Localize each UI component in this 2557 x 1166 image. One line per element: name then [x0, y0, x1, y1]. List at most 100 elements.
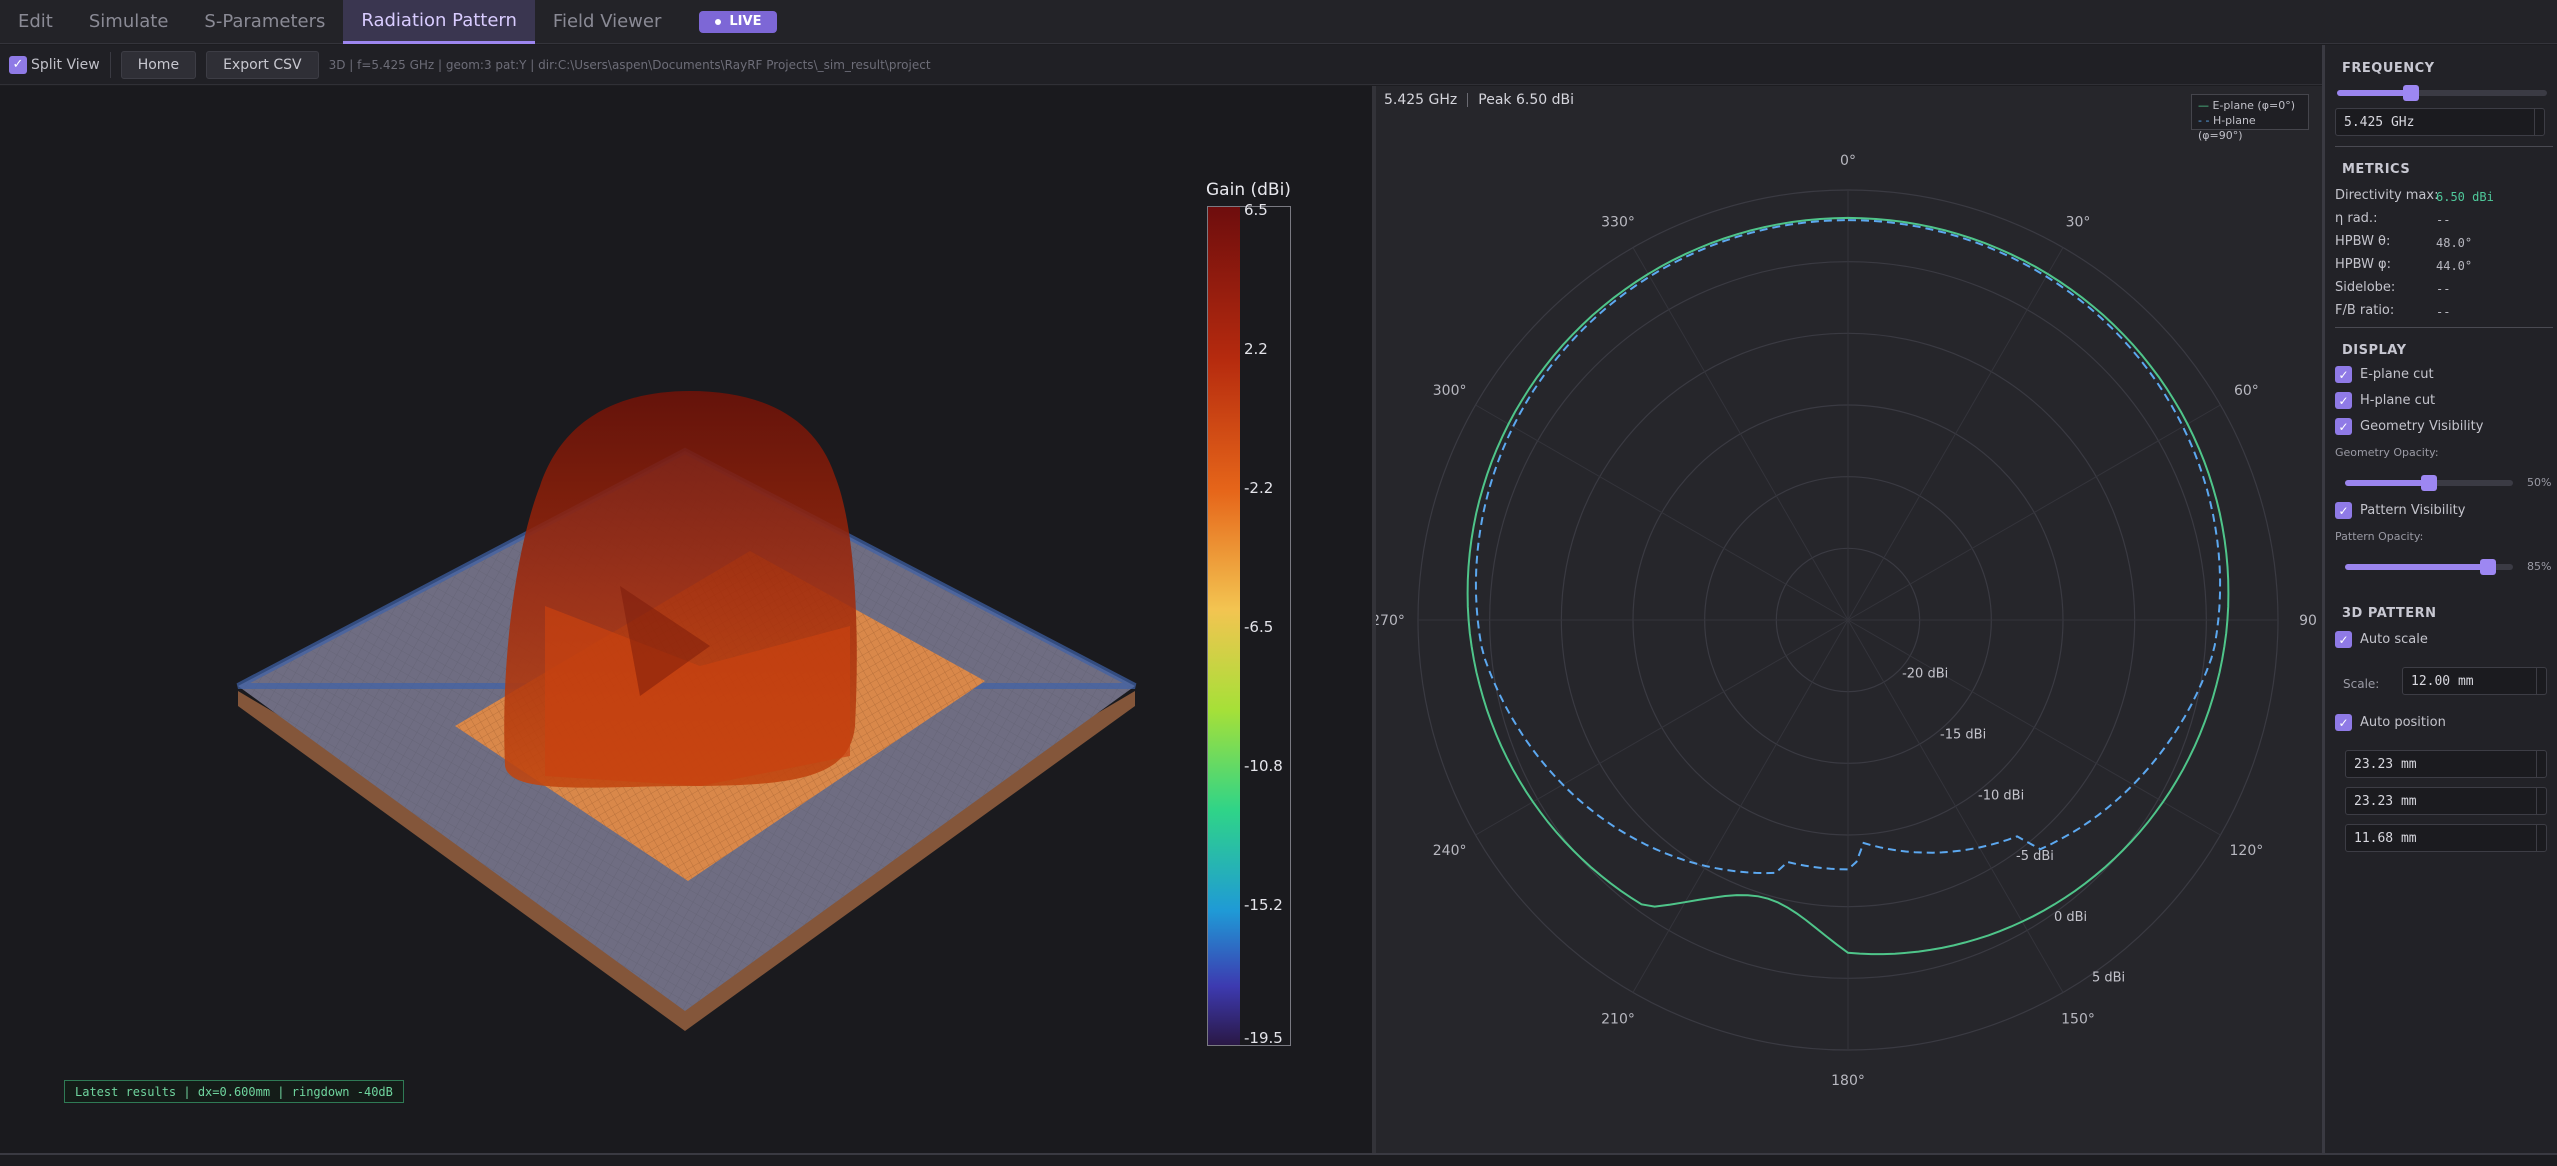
legend-e-label: E-plane (φ=0°) — [2212, 99, 2296, 112]
position-y-spinner[interactable] — [2536, 788, 2546, 814]
pattern-visibility-checkbox[interactable]: ✓ — [2335, 502, 2352, 519]
polar-angle-label: 60° — [2234, 383, 2259, 399]
bottom-status-bar — [0, 1153, 2557, 1166]
position-x-value: 23.23 mm — [2354, 756, 2417, 772]
polar-ring-label: -5 dBi — [2016, 849, 2054, 864]
metric-fb-label: F/B ratio: — [2335, 303, 2395, 318]
frequency-slider-fill — [2337, 90, 2411, 96]
auto-scale-checkbox[interactable]: ✓ — [2335, 631, 2352, 648]
polar-angle-label: 90 — [2299, 613, 2317, 629]
split-view-label: Split View — [31, 56, 100, 73]
pattern-opacity-slider[interactable] — [2345, 559, 2513, 575]
scale-input-value: 12.00 mm — [2411, 673, 2474, 689]
polar-ring-label: -15 dBi — [1940, 728, 1986, 743]
geometry-opacity-fill — [2345, 480, 2429, 486]
auto-scale-label: Auto scale — [2360, 632, 2428, 647]
colorbar-tick: -10.8 — [1244, 757, 1283, 775]
frequency-slider-knob[interactable] — [2402, 85, 2419, 101]
tab-edit[interactable]: Edit — [0, 0, 71, 44]
tab-s-parameters[interactable]: S-Parameters — [186, 0, 343, 44]
metric-directivity-value: 6.50 dBi — [2436, 190, 2494, 204]
polar-angle-label: 300° — [1433, 383, 1467, 399]
auto-position-label: Auto position — [2360, 715, 2446, 730]
geometry-opacity-value: 50% — [2527, 476, 2552, 489]
h-plane-label: H-plane cut — [2360, 393, 2436, 408]
live-badge[interactable]: LIVE — [699, 10, 778, 33]
properties-panel: FREQUENCY 5.425 GHz METRICS Directivity … — [2322, 45, 2557, 1153]
live-dot-icon — [715, 18, 722, 25]
position-z-value: 11.68 mm — [2354, 830, 2417, 846]
position-z-spinner[interactable] — [2536, 825, 2546, 851]
colorbar-tick: 2.2 — [1244, 340, 1268, 358]
polar-grid-spoke — [1632, 619, 1849, 993]
scale-label: Scale: — [2343, 677, 2380, 691]
pattern-opacity-knob[interactable] — [2479, 559, 2496, 575]
polar-grid-spoke — [1475, 619, 1849, 836]
pattern-visibility-toggle[interactable]: ✓ Pattern Visibility — [2335, 502, 2465, 519]
auto-position-checkbox[interactable]: ✓ — [2335, 714, 2352, 731]
polar-chart: 0° 30° 60° 90 120° 150° 180° 210° 240° 270° 300° 33… — [1376, 153, 2317, 1089]
colorbar-tick: -2.2 — [1244, 479, 1274, 497]
polar-legend: — E-plane (φ=0°) - - H-plane (φ=90°) — [2191, 94, 2309, 142]
metric-sidelobe-label: Sidelobe: — [2335, 280, 2396, 295]
geometry-visibility-label: Geometry Visibility — [2360, 419, 2484, 434]
metric-fb-value: -- — [2436, 305, 2451, 319]
pattern-opacity-label: Pattern Opacity: — [2335, 530, 2424, 543]
geometry-visibility-toggle[interactable]: ✓ Geometry Visibility — [2335, 418, 2483, 435]
geometry-opacity-knob[interactable] — [2421, 475, 2437, 491]
polar-grid-spoke — [1632, 247, 1849, 621]
e-plane-label: E-plane cut — [2360, 367, 2434, 382]
frequency-input-value: 5.425 GHz — [2344, 114, 2415, 130]
colorbar-tick: -19.5 — [1244, 1029, 1283, 1047]
h-plane-toggle[interactable]: ✓ H-plane cut — [2335, 392, 2435, 409]
polar-ring-label: -10 dBi — [1978, 788, 2024, 803]
auto-position-toggle[interactable]: ✓ Auto position — [2335, 714, 2446, 731]
polar-angle-label: 270° — [1376, 613, 1405, 629]
scale-spinner[interactable] — [2536, 668, 2546, 694]
position-y-value: 23.23 mm — [2354, 793, 2417, 809]
polar-angle-label: 180° — [1831, 1073, 1865, 1089]
metric-hpbw-theta-label: HPBW θ: — [2335, 234, 2391, 249]
polar-angle-label: 0° — [1840, 153, 1856, 169]
polar-grid-spoke — [1847, 247, 2064, 621]
3d-viewport[interactable]: Gain (dBi) 6.5 2.2 -2.2 -6.5 -10.8 -15.2… — [0, 86, 1372, 1153]
position-x-input[interactable]: 23.23 mm — [2345, 750, 2547, 778]
colorbar-tick: -15.2 — [1244, 896, 1283, 914]
tab-radiation-pattern[interactable]: Radiation Pattern — [343, 0, 535, 44]
polar-ring-label: -20 dBi — [1902, 667, 1948, 682]
export-csv-button[interactable]: Export CSV — [206, 50, 319, 79]
polar-grid-spoke — [1847, 619, 2064, 993]
auto-scale-toggle[interactable]: ✓ Auto scale — [2335, 631, 2428, 648]
polar-angle-label: 120° — [2230, 843, 2264, 859]
section-divider — [2335, 146, 2553, 147]
colorbar-title: Gain (dBi) — [1206, 180, 1291, 200]
frequency-slider[interactable] — [2337, 85, 2547, 101]
tab-field-viewer[interactable]: Field Viewer — [535, 0, 679, 44]
metric-eta-value: -- — [2436, 213, 2451, 227]
scale-input[interactable]: 12.00 mm — [2402, 667, 2547, 695]
position-z-input[interactable]: 11.68 mm — [2345, 824, 2547, 852]
h-plane-checkbox[interactable]: ✓ — [2335, 392, 2352, 409]
e-plane-checkbox[interactable]: ✓ — [2335, 366, 2352, 383]
geometry-visibility-checkbox[interactable]: ✓ — [2335, 418, 2352, 435]
polar-ring-label: 5 dBi — [2092, 971, 2125, 986]
3d-scene — [236, 391, 1137, 1031]
frequency-spinner[interactable] — [2534, 109, 2544, 135]
e-plane-toggle[interactable]: ✓ E-plane cut — [2335, 366, 2434, 383]
position-x-spinner[interactable] — [2536, 751, 2546, 777]
polar-plot-view[interactable]: 5.425 GHz Peak 6.50 dBi 0° 30° 60° 90 120° 15… — [1376, 86, 2322, 1153]
colorbar-tick: -6.5 — [1244, 618, 1274, 636]
frequency-input[interactable]: 5.425 GHz — [2335, 108, 2545, 136]
pattern-visibility-label: Pattern Visibility — [2360, 503, 2466, 518]
toolbar: ✓ Split View Home Export CSV 3D | f=5.42… — [0, 45, 2322, 85]
position-y-input[interactable]: 23.23 mm — [2345, 787, 2547, 815]
tab-simulate[interactable]: Simulate — [71, 0, 187, 44]
colorbar-gradient — [1208, 207, 1240, 1045]
frequency-section-title: FREQUENCY — [2342, 61, 2435, 76]
geometry-opacity-slider[interactable] — [2345, 475, 2513, 491]
split-view-checkbox[interactable]: ✓ — [9, 55, 27, 74]
polar-grid-spoke — [1847, 619, 2221, 836]
metric-sidelobe-value: -- — [2436, 282, 2451, 296]
results-status: Latest results | dx=0.600mm | ringdown -… — [64, 1080, 404, 1103]
home-button[interactable]: Home — [120, 50, 197, 79]
